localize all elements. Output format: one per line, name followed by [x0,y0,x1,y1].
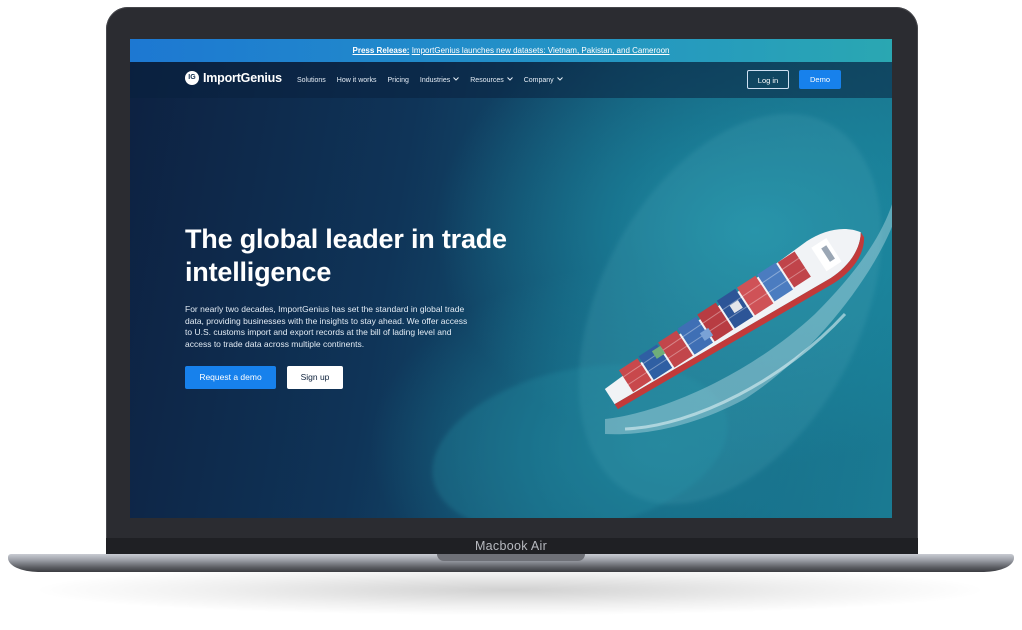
nav-item-label: How it works [336,76,377,84]
logo-mark-icon: IG [185,71,199,85]
sign-up-button[interactable]: Sign up [287,366,343,389]
nav-item-resources[interactable]: Resources [470,76,513,84]
chevron-down-icon [556,77,563,81]
nav-links: Solutions How it works Pricing Industrie… [297,62,563,98]
container-ship-image [604,204,892,435]
nav-item-company[interactable]: Company [524,77,563,84]
nav-item-label: Industries [419,76,451,84]
brand-name: ImportGenius [203,71,282,85]
announcement-link[interactable]: ImportGenius launches new datasets: Viet… [412,46,670,55]
hero-description: For nearly two decades, ImportGenius has… [185,304,468,349]
nav-item-how-it-works[interactable]: How it works [337,77,377,84]
nav-item-label: Pricing [387,76,409,84]
nav-item-solutions[interactable]: Solutions [297,77,326,84]
demo-button[interactable]: Demo [799,70,841,89]
chevron-down-icon [506,77,513,81]
hero-title-line: The global leader in trade [185,224,507,254]
announcement-bar[interactable]: Press Release: ImportGenius launches new… [130,39,892,62]
request-demo-button[interactable]: Request a demo [185,366,276,389]
brand-logo[interactable]: IG ImportGenius [185,71,282,85]
hero-title-line: intelligence [185,257,332,287]
laptop-screen: Press Release: ImportGenius launches new… [130,39,892,518]
announcement-prefix: Press Release: [352,46,410,55]
nav-item-industries[interactable]: Industries [419,76,460,84]
nav-item-pricing[interactable]: Pricing [387,77,408,84]
device-model-label: Macbook Air [474,539,548,553]
nav-item-label: Company [523,76,554,84]
main-navbar: IG ImportGenius Solutions How it works P… [130,62,892,98]
hero-title: The global leader in trade intelligence [185,223,585,289]
laptop-shadow [40,565,980,615]
laptop-base-notch [437,554,585,561]
chevron-down-icon [453,77,460,81]
nav-item-label: Solutions [297,76,326,84]
login-button[interactable]: Log in [747,70,789,89]
nav-item-label: Resources [470,76,504,84]
